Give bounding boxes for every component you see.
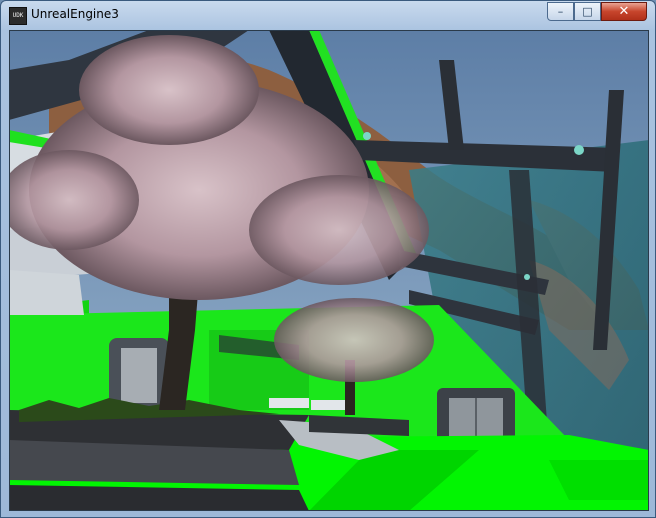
maximize-icon: □: [582, 5, 593, 18]
beam-light: [574, 145, 584, 155]
title-bar[interactable]: UDK UnrealEngine3 – □ ✕: [1, 1, 655, 29]
game-scene: [9, 30, 649, 511]
bench-2: [311, 400, 347, 410]
wall-balcony: [9, 270, 84, 315]
bench: [269, 398, 309, 408]
beam-light-3: [524, 274, 530, 280]
close-button[interactable]: ✕: [601, 2, 647, 21]
minimize-button[interactable]: –: [547, 2, 574, 21]
udk-logo-icon[interactable]: UDK: [9, 7, 27, 25]
big-tree-canopy-top: [79, 35, 259, 145]
big-tree-canopy-right: [249, 175, 429, 285]
game-viewport[interactable]: [9, 30, 649, 511]
maximize-button[interactable]: □: [574, 2, 601, 21]
window-title: UnrealEngine3: [31, 7, 119, 21]
close-icon: ✕: [618, 4, 630, 19]
minimize-icon: –: [557, 5, 564, 18]
app-window: UDK UnrealEngine3 – □ ✕: [0, 0, 656, 518]
door-left-panel: [121, 348, 157, 403]
beam-light-2: [363, 132, 371, 140]
small-tree-canopy: [274, 298, 434, 382]
